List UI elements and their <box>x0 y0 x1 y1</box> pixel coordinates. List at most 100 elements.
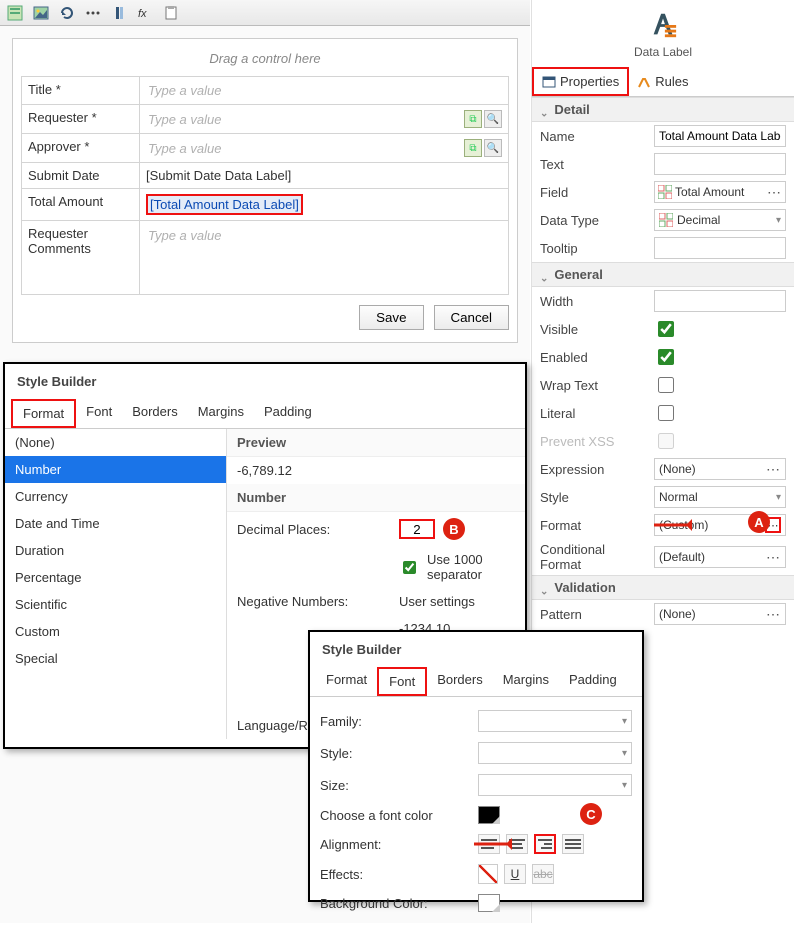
number-heading: Number <box>227 484 525 512</box>
neg-numbers-value[interactable]: User settings <box>399 594 515 609</box>
strikethrough-button[interactable]: abc <box>532 864 554 884</box>
prop-label: Name <box>540 129 648 144</box>
tab-format[interactable]: Format <box>316 667 377 696</box>
section-validation[interactable]: Validation <box>532 575 794 600</box>
table-row: Title * <box>22 77 509 105</box>
expression-picker[interactable]: (None)⋯ <box>654 458 786 480</box>
pattern-picker[interactable]: (None)⋯ <box>654 603 786 625</box>
ellipsis-icon[interactable] <box>84 4 102 22</box>
table-row: Requester Comments <box>22 221 509 295</box>
refresh-icon[interactable] <box>58 4 76 22</box>
tab-padding[interactable]: Padding <box>559 667 627 696</box>
prop-label: Enabled <box>540 350 648 365</box>
title-input[interactable] <box>146 82 502 99</box>
prop-label: Data Type <box>540 213 648 228</box>
format-type-list: (None) Number Currency Date and Time Dur… <box>5 429 227 739</box>
wraptext-checkbox[interactable] <box>658 377 674 393</box>
total-amount-data-label[interactable]: [Total Amount Data Label] <box>146 194 303 215</box>
image-icon[interactable] <box>32 4 50 22</box>
list-item[interactable]: Currency <box>5 483 226 510</box>
fx-icon[interactable]: fx <box>136 4 154 22</box>
search-icon[interactable]: 🔍 <box>484 110 502 128</box>
prop-label: Tooltip <box>540 241 648 256</box>
tab-font[interactable]: Font <box>76 399 122 428</box>
list-item[interactable]: Special <box>5 645 226 672</box>
list-item[interactable]: (None) <box>5 429 226 456</box>
chevron-down-icon: ▾ <box>622 716 627 727</box>
text-input[interactable] <box>654 153 786 175</box>
column-icon[interactable] <box>110 4 128 22</box>
font-style-label: Style: <box>320 746 468 761</box>
visible-checkbox[interactable] <box>658 321 674 337</box>
prop-label: Prevent XSS <box>540 434 648 449</box>
datatype-select[interactable]: Decimal▾ <box>654 209 786 231</box>
callout-b: B <box>443 518 465 540</box>
tooltip-input[interactable] <box>654 237 786 259</box>
underline-button[interactable]: U <box>504 864 526 884</box>
bg-color-swatch[interactable] <box>478 894 500 912</box>
field-picker[interactable]: Total Amount⋯ <box>654 181 786 203</box>
list-item[interactable]: Custom <box>5 618 226 645</box>
font-color-label: Choose a font color <box>320 808 468 823</box>
chevron-down-icon: ▾ <box>776 492 781 503</box>
list-item[interactable]: Date and Time <box>5 510 226 537</box>
table-row: Approver * ⧉🔍 <box>22 134 509 163</box>
section-general[interactable]: General <box>532 262 794 287</box>
form-icon[interactable] <box>6 4 24 22</box>
list-item-number[interactable]: Number <box>5 456 226 483</box>
cond-format-picker[interactable]: (Default)⋯ <box>654 546 786 568</box>
tab-borders[interactable]: Borders <box>427 667 493 696</box>
ellipsis-icon[interactable]: ⋯ <box>767 184 782 201</box>
no-effect-button[interactable] <box>478 864 498 884</box>
effects-label: Effects: <box>320 867 468 882</box>
panel-header: Data Label <box>532 0 794 63</box>
tab-margins[interactable]: Margins <box>188 399 254 428</box>
ellipsis-icon: ⋯ <box>766 549 781 566</box>
data-label-icon <box>648 10 678 40</box>
lookup-icon[interactable]: ⧉ <box>464 110 482 128</box>
tab-margins[interactable]: Margins <box>493 667 559 696</box>
font-size-select[interactable]: ▾ <box>478 774 632 796</box>
prop-label: Visible <box>540 322 648 337</box>
style-select[interactable]: Normal▾ <box>654 486 786 508</box>
form-table: Title * Requester * ⧉🔍 Approver * ⧉🔍 Sub… <box>21 76 509 295</box>
font-family-select[interactable]: ▾ <box>478 710 632 732</box>
lookup-icon[interactable]: ⧉ <box>464 139 482 157</box>
save-button[interactable]: Save <box>359 305 423 330</box>
requester-input[interactable] <box>146 111 462 128</box>
list-item[interactable]: Duration <box>5 537 226 564</box>
tab-properties[interactable]: Properties <box>532 67 629 96</box>
decimal-places-input[interactable] <box>399 519 435 539</box>
tab-padding[interactable]: Padding <box>254 399 322 428</box>
name-input[interactable] <box>654 125 786 147</box>
list-item[interactable]: Scientific <box>5 591 226 618</box>
tab-format[interactable]: Format <box>11 399 76 428</box>
preview-heading: Preview <box>227 429 525 457</box>
section-detail[interactable]: Detail <box>532 97 794 122</box>
field-label: Approver * <box>22 134 140 163</box>
tab-rules[interactable]: Rules <box>629 67 696 96</box>
search-icon[interactable]: 🔍 <box>484 139 502 157</box>
ellipsis-icon: ⋯ <box>766 606 781 623</box>
field-label: Submit Date <box>22 163 140 189</box>
enabled-checkbox[interactable] <box>658 349 674 365</box>
align-right-button[interactable] <box>534 834 556 854</box>
font-color-swatch[interactable] <box>478 806 500 824</box>
literal-checkbox[interactable] <box>658 405 674 421</box>
tab-font[interactable]: Font <box>377 667 427 696</box>
clipboard-icon[interactable] <box>162 4 180 22</box>
dialog-title: Style Builder <box>310 632 642 667</box>
width-input[interactable] <box>654 290 786 312</box>
comments-textarea[interactable] <box>146 226 502 286</box>
cancel-button[interactable]: Cancel <box>434 305 510 330</box>
align-justify-button[interactable] <box>562 834 584 854</box>
chevron-down-icon: ▾ <box>776 215 781 226</box>
tab-borders[interactable]: Borders <box>122 399 188 428</box>
field-label: Requester * <box>22 105 140 134</box>
list-item[interactable]: Percentage <box>5 564 226 591</box>
submit-date-data-label[interactable]: [Submit Date Data Label] <box>146 168 291 183</box>
font-style-select[interactable]: ▾ <box>478 742 632 764</box>
neg-numbers-label: Negative Numbers: <box>237 594 387 609</box>
thousand-sep-checkbox[interactable] <box>403 561 416 574</box>
approver-input[interactable] <box>146 140 462 157</box>
